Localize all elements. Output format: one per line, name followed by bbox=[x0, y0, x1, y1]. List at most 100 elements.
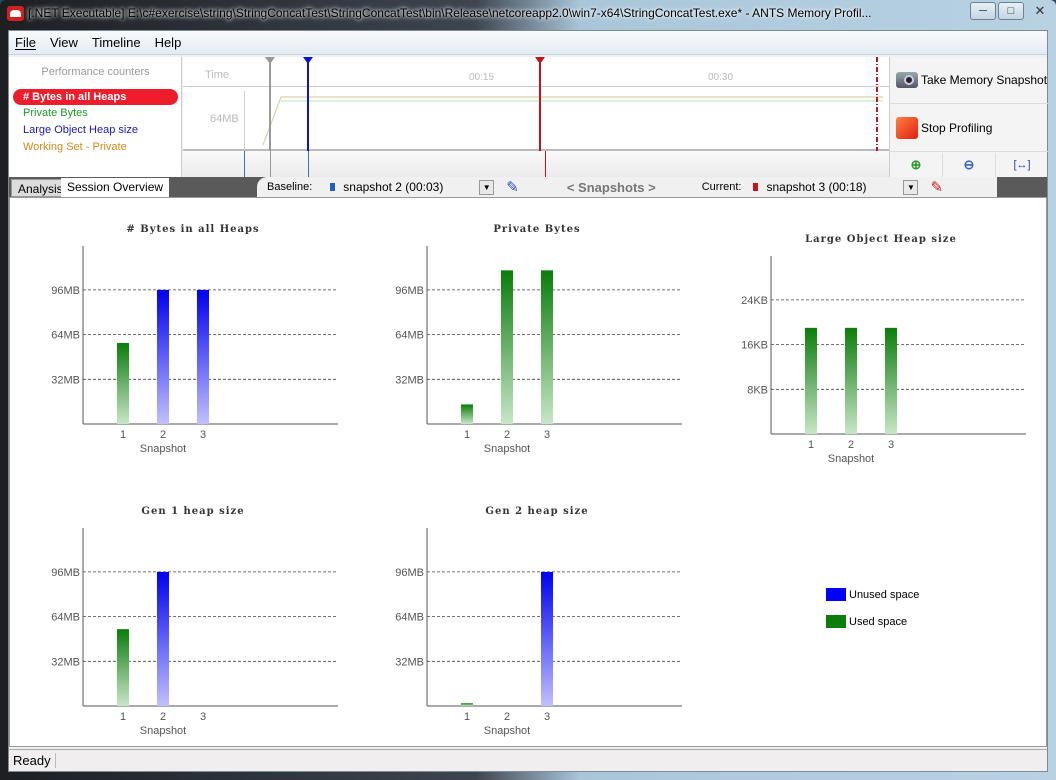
chart-plot: 32MB 64MB 96MB 1 2 3 Snapshot bbox=[51, 528, 338, 737]
minimize-icon: ─ bbox=[979, 5, 987, 17]
bar-snapshot-3 bbox=[885, 327, 897, 434]
bar-snapshot-3 bbox=[541, 571, 553, 706]
chart-title: Gen 1 heap size bbox=[141, 506, 245, 517]
bar-snapshot-3 bbox=[541, 270, 553, 424]
menu-view[interactable]: View bbox=[50, 35, 78, 50]
title-bar: [.NET Executable] E:\c#exercise\string\S… bbox=[0, 0, 1056, 27]
y-tick-label: 32MB bbox=[51, 656, 80, 668]
baseline-snapshot-icon bbox=[330, 183, 336, 191]
zoom-out-button[interactable]: ⊖ bbox=[943, 153, 996, 177]
counter-working-set-private[interactable]: Working Set - Private bbox=[23, 141, 127, 153]
timeline-graph[interactable]: Time 00:15 00:30 64MB bbox=[183, 57, 889, 151]
x-axis-label: Snapshot bbox=[140, 443, 186, 455]
counter-bytes-in-all-heaps[interactable]: # Bytes in all Heaps bbox=[13, 89, 178, 105]
zoom-out-icon: ⊖ bbox=[963, 157, 975, 172]
chart-gen-2-heap-size: Gen 2 heap size 32MB 64MB 96MB 1 2 3 Snapshot bbox=[372, 506, 702, 740]
chart-title: Large Object Heap size bbox=[805, 234, 957, 245]
take-memory-snapshot-button[interactable]: Take Memory Snapshot bbox=[890, 57, 1048, 104]
status-bar: Ready bbox=[9, 749, 1047, 771]
x-axis-label: Snapshot bbox=[140, 725, 186, 737]
maximize-icon: □ bbox=[1007, 5, 1015, 17]
x-tick-label: 1 bbox=[120, 711, 126, 723]
strip-snapshot-line bbox=[270, 151, 271, 177]
y-tick-label: 96MB bbox=[51, 285, 80, 297]
bar-snapshot-1 bbox=[461, 404, 473, 424]
y-tick-label: 64MB bbox=[395, 330, 424, 342]
chart-plot: 32MB 64MB 96MB 1 2 3 Snapshot bbox=[395, 246, 682, 455]
minimize-button[interactable]: ─ bbox=[970, 2, 996, 20]
tab-session-overview[interactable]: Session Overview bbox=[61, 178, 170, 197]
x-tick-label: 3 bbox=[200, 711, 206, 723]
chart-title: # Bytes in all Heaps bbox=[126, 224, 260, 235]
menu-timeline[interactable]: Timeline bbox=[92, 35, 141, 50]
legend-item-unused: Unused space bbox=[826, 588, 919, 601]
chart-private-bytes: Private Bytes 32MB 64MB 96MB 1 2 3 Snapshot bbox=[372, 224, 702, 458]
y-tick-label: 24KB bbox=[741, 295, 768, 307]
menu-help[interactable]: Help bbox=[155, 35, 182, 50]
current-snapshot-icon bbox=[753, 183, 759, 191]
legend-label-used: Used space bbox=[849, 615, 908, 628]
x-tick-label: 3 bbox=[544, 711, 550, 723]
session-overview-content: # Bytes in all Heaps 32MB 64MB 96MB 1 2 3 Snaps… bbox=[9, 197, 1047, 747]
counter-large-object-heap-size[interactable]: Large Object Heap size bbox=[23, 124, 138, 136]
chart-bytes-in-all-heaps: # Bytes in all Heaps 32MB 64MB 96MB 1 2 3 Snaps… bbox=[28, 224, 358, 458]
chart-large-object-heap-size: Large Object Heap size 8KB 16KB 24KB 1 2 3 Snap… bbox=[716, 234, 1046, 468]
legend-swatch-used bbox=[826, 615, 846, 628]
chart-plot: 8KB 16KB 24KB 1 2 3 Snapshot bbox=[741, 256, 1026, 465]
timeline-overview-strip[interactable] bbox=[183, 151, 889, 177]
zoom-fit-icon: [↔] bbox=[1013, 159, 1031, 171]
x-axis-label: Snapshot bbox=[484, 443, 530, 455]
y-tick-label: 64MB bbox=[51, 612, 80, 624]
baseline-marker-head bbox=[303, 57, 313, 64]
chart-title: Private Bytes bbox=[493, 224, 581, 235]
current-select[interactable]: snapshot 3 (00:18) bbox=[766, 180, 903, 194]
stop-profiling-label: Stop Profiling bbox=[921, 121, 993, 135]
y-tick-label: 32MB bbox=[395, 656, 424, 668]
counter-private-bytes[interactable]: Private Bytes bbox=[23, 107, 88, 119]
zoom-fit-button[interactable]: [↔] bbox=[996, 153, 1048, 177]
strip-baseline-line bbox=[308, 151, 309, 177]
x-tick-label: 2 bbox=[160, 429, 166, 441]
bar-snapshot-2 bbox=[157, 571, 169, 706]
y-tick-label: 32MB bbox=[51, 374, 80, 386]
x-tick-label: 2 bbox=[504, 711, 510, 723]
x-tick-label: 3 bbox=[200, 429, 206, 441]
zoom-in-button[interactable]: ⊕ bbox=[890, 153, 943, 177]
window-title: [.NET Executable] E:\c#exercise\string\S… bbox=[28, 6, 872, 20]
stop-profiling-button[interactable]: Stop Profiling bbox=[890, 105, 1048, 152]
close-button[interactable]: ✕ bbox=[1026, 2, 1054, 20]
zoom-in-icon: ⊕ bbox=[910, 157, 922, 172]
x-axis-label: Snapshot bbox=[828, 453, 874, 465]
maximize-button[interactable]: □ bbox=[998, 2, 1024, 20]
menu-file[interactable]: File bbox=[15, 35, 36, 50]
snapshot-1-marker-head bbox=[265, 57, 275, 64]
bar-snapshot-3 bbox=[197, 289, 209, 424]
x-tick-label: 1 bbox=[464, 429, 470, 441]
take-memory-snapshot-label: Take Memory Snapshot bbox=[921, 73, 1048, 87]
edit-baseline-icon[interactable]: ✎ bbox=[506, 178, 519, 196]
working-set-line bbox=[262, 96, 883, 146]
bar-snapshot-1 bbox=[805, 327, 817, 434]
client-area: File View Timeline Help Performance coun… bbox=[8, 30, 1048, 772]
current-dropdown-button[interactable]: ▼ bbox=[903, 179, 919, 195]
timeline-zoom-controls: ⊕ ⊖ [↔] bbox=[890, 153, 1048, 177]
performance-counters-panel: Performance counters # Bytes in all Heap… bbox=[9, 57, 182, 177]
current-label: Current: bbox=[701, 181, 742, 193]
x-tick-label: 2 bbox=[848, 439, 854, 451]
bar-snapshot-2 bbox=[157, 289, 169, 424]
current-marker-head bbox=[535, 57, 545, 64]
legend-item-used: Used space bbox=[826, 615, 919, 628]
snapshots-nav[interactable]: < Snapshots > bbox=[567, 180, 656, 195]
edit-current-icon[interactable]: ✎ bbox=[930, 178, 943, 196]
x-tick-label: 1 bbox=[808, 439, 814, 451]
x-tick-label: 3 bbox=[544, 429, 550, 441]
baseline-dropdown-button[interactable]: ▼ bbox=[479, 179, 495, 195]
baseline-select[interactable]: snapshot 2 (00:03) bbox=[343, 180, 479, 194]
chart-plot: 32MB 64MB 96MB 1 2 3 Snapshot bbox=[395, 528, 682, 737]
bar-snapshot-2 bbox=[845, 327, 857, 434]
baseline-label: Baseline: bbox=[267, 181, 313, 193]
menu-bar: File View Timeline Help bbox=[9, 31, 1047, 55]
stop-icon bbox=[896, 117, 918, 139]
y-tick-label: 8KB bbox=[747, 384, 768, 396]
x-tick-label: 3 bbox=[888, 439, 894, 451]
